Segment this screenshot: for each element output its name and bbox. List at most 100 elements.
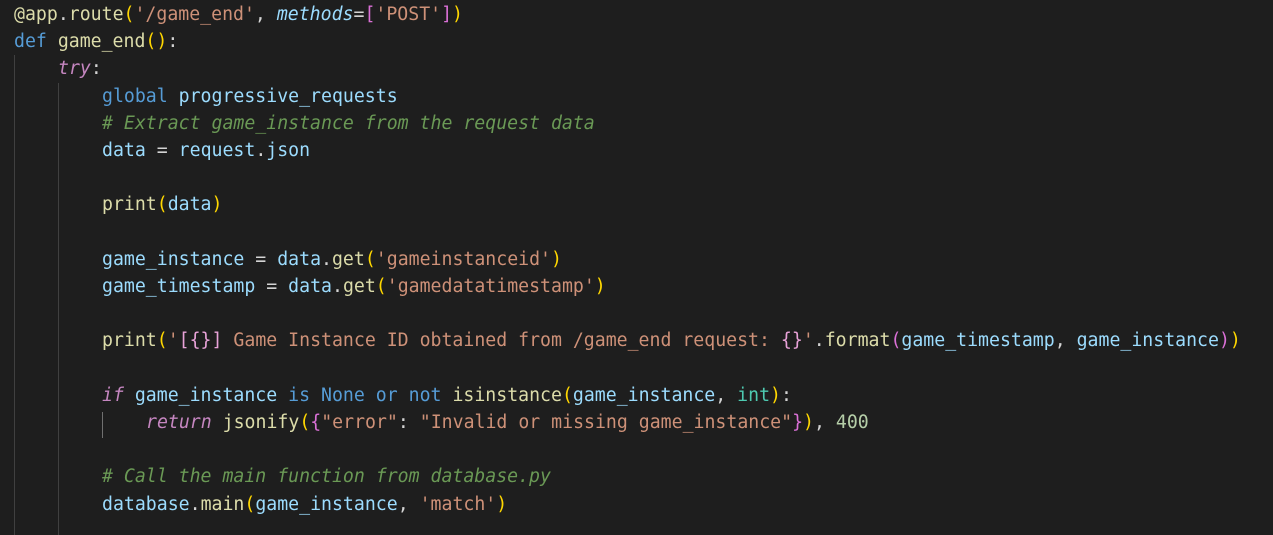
code-token: 'match' xyxy=(419,493,497,515)
code-token: ' xyxy=(167,330,179,352)
code-token: int xyxy=(737,384,771,406)
code-token: game_end xyxy=(57,31,146,53)
code-token: : xyxy=(397,412,420,433)
code-token: = xyxy=(353,4,365,25)
code-token: = xyxy=(244,248,278,270)
code-token: . xyxy=(813,330,825,352)
code-token: , xyxy=(254,4,277,25)
code-token: request xyxy=(178,140,256,161)
code-line[interactable]: print(data) xyxy=(102,191,222,218)
code-token: ) xyxy=(803,412,814,433)
code-token: data xyxy=(102,140,146,161)
code-token: game_instance xyxy=(1076,330,1219,352)
code-token: isinstance xyxy=(452,384,562,406)
code-token: print xyxy=(102,194,157,216)
code-token: # Extract game_instance from the request… xyxy=(102,112,595,134)
code-token: get xyxy=(331,248,365,270)
code-token: ) xyxy=(1229,330,1241,352)
code-token: return xyxy=(146,412,212,433)
code-token: ) xyxy=(211,194,223,216)
code-token: Game Instance ID obtained from /game_end… xyxy=(222,330,781,352)
code-token: , xyxy=(715,384,738,406)
code-token: } xyxy=(792,412,804,433)
code-token: None xyxy=(321,384,365,406)
code-token: : xyxy=(90,58,102,80)
code-line[interactable]: global progressive_requests xyxy=(102,83,398,110)
code-line[interactable]: game_timestamp = data.get('gamedatatimes… xyxy=(102,273,606,300)
code-token: , xyxy=(1054,330,1077,352)
code-line[interactable]: print('[{}] Game Instance ID obtained fr… xyxy=(102,327,1241,354)
code-token: , xyxy=(397,493,420,515)
code-token: '/game_end' xyxy=(134,4,255,25)
code-token: ) xyxy=(1218,330,1230,352)
code-token: ( xyxy=(244,493,256,515)
code-token: jsonify xyxy=(222,412,300,433)
code-token: game_instance xyxy=(102,248,245,270)
code-line[interactable]: @app.route('/game_end', methods=['POST']… xyxy=(14,1,463,28)
code-token: try xyxy=(58,58,91,80)
code-token: game_instance xyxy=(255,493,398,515)
code-line[interactable]: # Extract game_instance from the request… xyxy=(102,110,595,137)
code-token: ] xyxy=(441,4,453,25)
code-token: print xyxy=(102,330,157,352)
code-token: global xyxy=(102,85,179,107)
code-line[interactable]: game_instance = data.get('gameinstanceid… xyxy=(102,246,562,273)
code-token: @app xyxy=(14,4,58,25)
code-token: ( xyxy=(156,194,168,216)
code-token: . xyxy=(255,140,267,161)
code-line[interactable]: # Call the main function from database.p… xyxy=(102,463,551,490)
code-token: 'gameinstanceid' xyxy=(375,248,551,270)
code-line[interactable]: def game_end(): xyxy=(14,28,178,55)
code-token: {} xyxy=(780,330,803,352)
code-token: : xyxy=(780,384,792,406)
code-token: is xyxy=(277,384,322,406)
code-token: 'gamedatatimestamp' xyxy=(386,276,595,297)
code-token: ) xyxy=(452,4,463,25)
code-token: ( xyxy=(123,4,135,25)
code-token: ( xyxy=(375,276,387,297)
code-token: ( xyxy=(299,412,311,433)
code-token: [{}] xyxy=(178,330,223,352)
code-token: : xyxy=(167,31,179,53)
code-token: ( xyxy=(561,384,573,406)
code-token: data xyxy=(277,248,322,270)
code-token: ( xyxy=(364,248,376,270)
code-token: "error" xyxy=(321,412,398,433)
code-token: methods xyxy=(276,4,354,25)
code-token: ' xyxy=(802,330,814,352)
code-line[interactable]: try: xyxy=(58,55,102,82)
code-token: () xyxy=(145,31,168,53)
code-line[interactable]: database.main(game_instance, 'match') xyxy=(102,491,507,518)
indent-guide-level-1 xyxy=(14,55,15,535)
code-line[interactable]: return jsonify({"error": "Invalid or mis… xyxy=(146,409,869,436)
code-token: ) xyxy=(496,493,508,515)
code-token: game_instance xyxy=(134,384,278,406)
code-token: route xyxy=(68,4,124,25)
code-token: main xyxy=(200,493,245,515)
indent-guide-level-3 xyxy=(102,412,103,438)
code-token: database xyxy=(102,493,190,515)
code-token: # Call the main function from database.p… xyxy=(102,466,551,488)
code-line[interactable]: if game_instance is None or not isinstan… xyxy=(102,382,792,409)
code-token: . xyxy=(331,276,343,297)
code-token: data xyxy=(167,194,212,216)
code-editor[interactable]: @app.route('/game_end', methods=['POST']… xyxy=(0,0,1273,535)
code-token: [ xyxy=(364,4,376,25)
indent-guide-level-2 xyxy=(58,83,59,535)
code-token: = xyxy=(145,140,179,161)
code-token: 'POST' xyxy=(375,4,442,25)
code-token: ) xyxy=(594,276,606,297)
code-token: if xyxy=(102,384,124,406)
code-token: . xyxy=(321,248,332,270)
code-token: data xyxy=(288,276,332,297)
code-token: 400 xyxy=(835,412,869,433)
code-line[interactable]: data = request.json xyxy=(102,137,310,164)
code-token: , xyxy=(813,412,836,433)
code-token: game_timestamp xyxy=(901,330,1055,352)
code-token: or not xyxy=(364,384,453,406)
code-token: . xyxy=(57,4,69,25)
code-token: = xyxy=(255,276,289,297)
code-token: get xyxy=(342,276,376,297)
